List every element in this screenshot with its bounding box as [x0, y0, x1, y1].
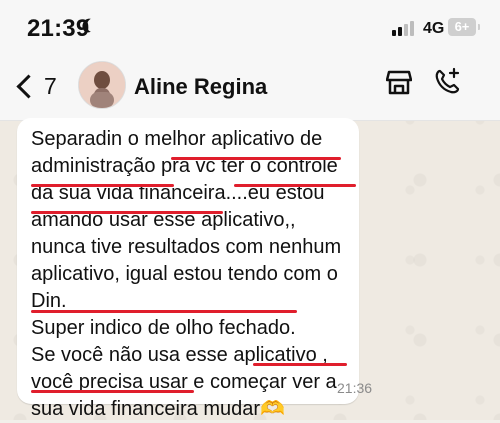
highlight-underline	[171, 157, 341, 160]
store-icon[interactable]	[385, 68, 413, 96]
network-label: 4G	[423, 20, 445, 37]
highlight-underline	[253, 363, 347, 366]
highlight-underline	[31, 390, 194, 393]
contact-name[interactable]: Aline Regina	[134, 74, 267, 100]
highlight-underline	[234, 184, 356, 187]
back-button[interactable]: 7	[12, 68, 64, 104]
add-call-icon[interactable]	[432, 67, 462, 97]
battery-indicator: 6+	[448, 18, 480, 36]
status-bar: 21:39 4G 6+	[0, 0, 500, 58]
avatar-image	[79, 62, 125, 108]
avatar[interactable]	[78, 61, 126, 109]
signal-icon	[392, 18, 420, 36]
chevron-left-icon	[16, 73, 41, 99]
highlight-underline	[31, 184, 174, 187]
status-time: 21:39	[27, 15, 90, 42]
chat-header: 7 Aline Regina	[0, 58, 500, 121]
message-time: 21:36	[337, 380, 373, 396]
message-text: Separadin o melhor aplicativo de adminis…	[31, 128, 342, 420]
highlight-underline	[31, 310, 297, 313]
unread-count: 7	[44, 72, 57, 99]
highlight-underline	[31, 211, 223, 214]
